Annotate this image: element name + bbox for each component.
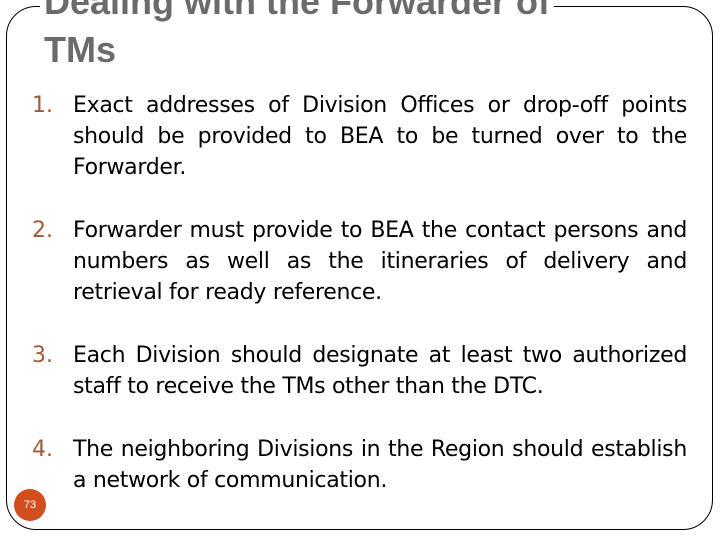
list-item: 2. Forwarder must provide to BEA the con… [32,215,687,308]
item-text: Exact addresses of Division Offices or d… [73,93,687,180]
list-item: 3. Each Division should designate at lea… [32,340,687,402]
item-text: Forwarder must provide to BEA the contac… [73,218,687,305]
title-line-1: Dealing with the Forwarder of [44,0,551,22]
item-number: 1. [32,93,53,118]
item-number: 2. [32,218,53,243]
item-text: Each Division should designate at least … [73,343,687,399]
item-text: The neighboring Divisions in the Region … [73,437,687,493]
item-list: 1. Exact addresses of Division Offices o… [32,90,687,528]
item-number: 3. [32,343,53,368]
list-item: 4. The neighboring Divisions in the Regi… [32,434,687,496]
title-line-2: TMs [44,26,120,74]
list-item: 1. Exact addresses of Division Offices o… [32,90,687,183]
item-number: 4. [32,437,53,462]
slide-title: Dealing with the Forwarder of TMs [40,0,555,74]
page-number-badge: 73 [14,489,46,521]
